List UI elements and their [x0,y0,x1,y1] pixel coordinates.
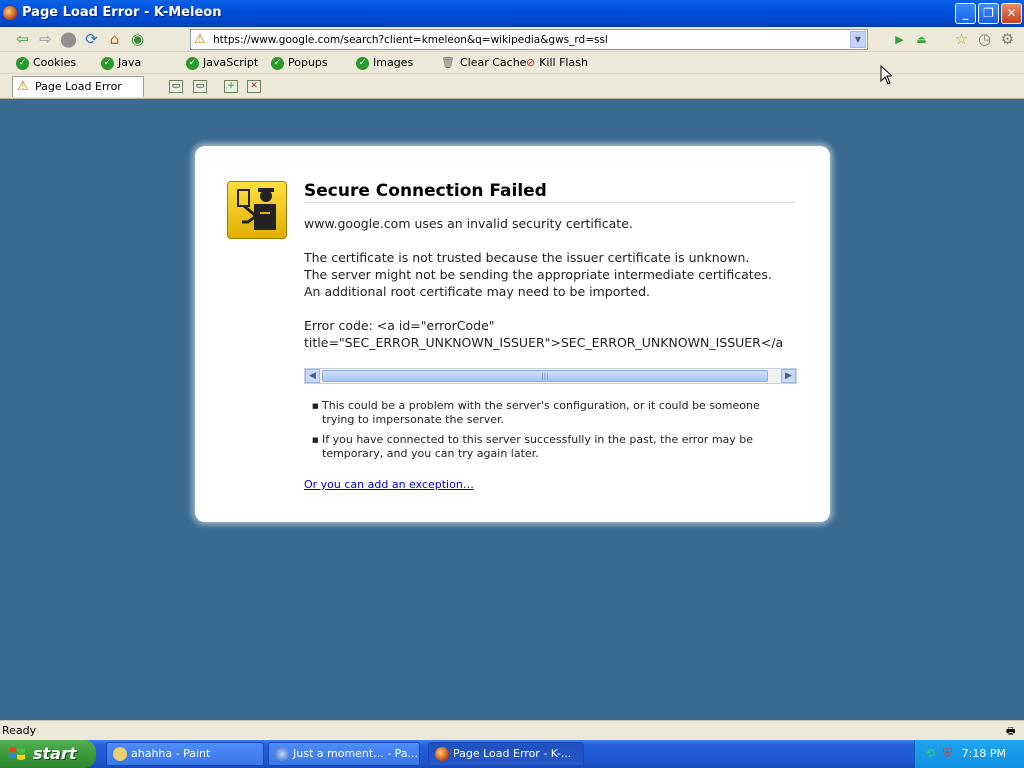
taskbar-item-paint[interactable]: ahahha - Paint [106,742,264,766]
status-bar: Ready 🖶 [0,720,1024,740]
title-bar[interactable]: Page Load Error - K-Meleon _ ❐ ✕ [0,0,1024,27]
tab-label: Page Load Error [35,80,122,93]
forward-icon[interactable]: ⇨ [37,31,54,48]
url-input[interactable] [213,32,833,47]
list-item: This could be a problem with the server'… [312,399,782,427]
error-detail-3: An additional root certificate may need … [304,284,650,299]
window-title: Page Load Error - K-Meleon [22,5,222,20]
divider [304,202,795,203]
error-short-desc: www.google.com uses an invalid security … [304,216,633,231]
start-label: start [33,744,77,763]
k-meleon-icon [435,747,449,761]
error-dialog: Secure Connection Failed www.google.com … [195,146,830,522]
warning-icon: ⚠ [194,32,206,47]
play-icon[interactable]: ▶ [891,31,908,48]
clear-cache-label: Clear Cache [459,56,527,69]
images-label: Images [373,56,414,69]
browser-window: Page Load Error - K-Meleon _ ❐ ✕ ⇦ ⇨ ⬤ ⟳… [0,0,1024,740]
reload-icon[interactable]: ⟳ [83,31,100,48]
clock[interactable]: 7:18 PM [962,747,1006,760]
scroll-left-button[interactable]: ◀ [305,369,320,383]
minimize-button[interactable]: _ [955,3,976,24]
back-icon[interactable]: ⇦ [14,31,31,48]
home-icon[interactable]: ⌂ [106,31,123,48]
error-code-line-1: Error code: <a id="errorCode" [304,318,495,333]
scroll-thumb[interactable]: ||| [322,370,768,382]
paint-icon [113,747,127,761]
task-label: Page Load Error - K-... [453,747,572,760]
check-icon: ✓ [101,56,114,70]
clear-cache-button[interactable]: 🗑 Clear Cache [441,55,526,71]
images-toggle[interactable]: ✓ Images [356,55,413,71]
kill-flash-button[interactable]: ⊘ Kill Flash [526,55,588,71]
horizontal-scrollbar[interactable]: ◀ ||| ▶ [304,368,797,384]
check-icon: ✓ [271,56,284,70]
trash-icon: 🗑 [441,56,455,69]
url-bar[interactable]: ⚠ ▼ [190,29,868,50]
history-icon[interactable]: ◷ [976,31,993,48]
go-icon[interactable]: ◉ [129,31,146,48]
settings-gear-icon[interactable]: ⚙ [999,31,1016,48]
error-title: Secure Connection Failed [304,181,547,201]
tab-bar: ⚠ Page Load Error ▭ ▭ + ✕ [0,74,1024,99]
kill-flash-label: Kill Flash [539,56,588,69]
taskbar-item-just-a-moment[interactable]: Just a moment... - Pa... [268,742,420,766]
network-icon[interactable]: ⟲ [925,746,939,760]
taskbar: start ahahha - Paint Just a moment... - … [0,740,1024,768]
page-content: Secure Connection Failed www.google.com … [0,99,1024,720]
start-button[interactable]: start [0,740,96,768]
suggestions-list: This could be a problem with the server'… [312,399,782,467]
java-label: Java [118,56,142,69]
duplicate-tab-icon[interactable]: ▭ [193,80,207,93]
windows-logo-icon [9,747,25,760]
task-label: Just a moment... - Pa... [293,747,419,760]
error-detail-2: The server might not be sending the appr… [304,267,772,282]
add-tab-icon[interactable]: + [224,80,238,93]
javascript-label: JavaScript [203,56,259,69]
bookmark-star-icon[interactable]: ☆ [953,31,970,48]
error-code-line-2: title="SEC_ERROR_UNKNOWN_ISSUER">SEC_ERR… [304,335,784,350]
check-icon: ✓ [186,56,199,70]
cookies-toggle[interactable]: ✓ Cookies [16,55,76,71]
url-dropdown-button[interactable]: ▼ [850,31,866,48]
restore-button[interactable]: ❐ [978,3,999,24]
popups-label: Popups [288,56,328,69]
eject-icon[interactable]: ⏏ [913,31,930,48]
check-icon: ✓ [16,56,29,70]
globe-icon [275,747,289,761]
task-label: ahahha - Paint [131,747,211,760]
status-text: Ready [2,724,37,737]
new-tab-icon[interactable]: ▭ [169,80,183,93]
list-item: If you have connected to this server suc… [312,433,782,461]
close-tab-icon[interactable]: ✕ [247,80,261,93]
javascript-toggle[interactable]: ✓ JavaScript [186,55,258,71]
shield-icon[interactable]: ⛨ [943,746,957,760]
popups-toggle[interactable]: ✓ Popups [271,55,328,71]
security-officer-icon [227,181,287,239]
error-detail-1: The certificate is not trusted because t… [304,250,750,265]
navigation-toolbar: ⇦ ⇨ ⬤ ⟳ ⌂ ◉ ⚠ ▼ ▶ ⏏ ☆ ◷ ⚙ [0,27,1024,52]
tab-page-load-error[interactable]: ⚠ Page Load Error [12,76,144,97]
stop-icon[interactable]: ⬤ [60,31,77,48]
cookies-label: Cookies [33,56,77,69]
warning-icon: ⚠ [17,79,29,94]
check-icon: ✓ [356,56,369,70]
close-button[interactable]: ✕ [1001,3,1022,24]
no-entry-icon: ⊘ [526,56,536,69]
scroll-right-button[interactable]: ▶ [781,369,796,383]
taskbar-item-page-load-error[interactable]: Page Load Error - K-... [428,742,584,766]
java-toggle[interactable]: ✓ Java [101,55,141,71]
plugins-toolbar: ✓ Cookies ✓ Java ✓ JavaScript ✓ Popups ✓ Imag… [0,52,1024,74]
add-exception-link[interactable]: Or you can add an exception… [304,478,474,491]
k-meleon-icon[interactable] [3,6,17,20]
printer-icon[interactable]: 🖶 [1006,724,1020,737]
system-tray: ⟲ ⛨ 7:18 PM [914,740,1024,768]
mouse-cursor-icon [880,65,892,85]
